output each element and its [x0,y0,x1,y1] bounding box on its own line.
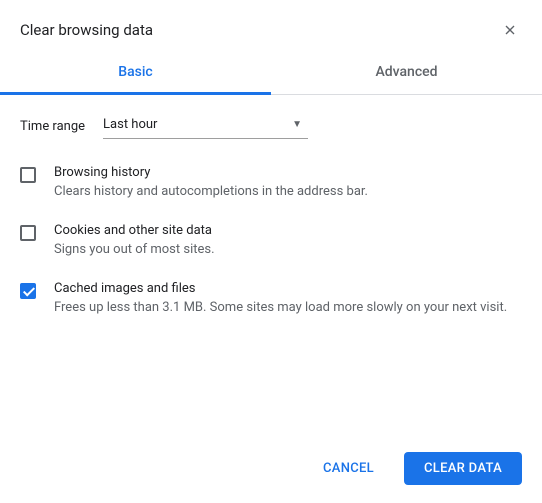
item-desc: Frees up less than 3.1 MB. Some sites ma… [54,299,522,317]
dialog-title: Clear browsing data [20,21,153,39]
checkbox-browsing-history[interactable] [20,167,36,183]
item-title: Cached images and files [54,281,522,296]
item-title: Browsing history [54,165,522,180]
tab-advanced[interactable]: Advanced [271,50,542,94]
item-desc: Clears history and autocompletions in th… [54,183,522,201]
close-button[interactable] [498,18,522,42]
tab-bar: Basic Advanced [0,50,542,95]
cancel-button[interactable]: CANCEL [303,452,394,485]
chevron-down-icon: ▼ [292,119,302,130]
item-title: Cookies and other site data [54,223,522,238]
close-icon [502,22,518,38]
checkbox-cache[interactable] [20,283,36,299]
item-desc: Signs you out of most sites. [54,241,522,259]
time-range-value: Last hour [103,117,157,132]
time-range-label: Time range [20,119,85,134]
tab-basic[interactable]: Basic [0,50,271,94]
clear-data-button[interactable]: CLEAR DATA [404,452,522,485]
checkbox-cookies[interactable] [20,225,36,241]
time-range-select[interactable]: Last hour ▼ [103,113,308,139]
